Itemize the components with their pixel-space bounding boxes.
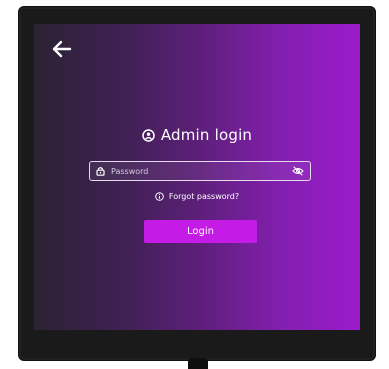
page-title: Admin login xyxy=(160,126,253,144)
arrow-left-icon xyxy=(52,40,72,58)
lock-icon xyxy=(96,166,105,176)
password-input[interactable] xyxy=(111,164,292,178)
login-header: Admin login xyxy=(34,126,360,144)
login-button[interactable]: Login xyxy=(144,220,257,243)
forgot-password-label: Forgot password? xyxy=(168,192,240,201)
eye-off-icon[interactable] xyxy=(292,166,304,176)
back-button[interactable] xyxy=(52,40,72,58)
device-stand xyxy=(188,358,208,369)
login-screen: Admin login Forgot password? Login xyxy=(34,24,360,330)
user-circle-icon xyxy=(142,128,155,142)
forgot-password-link[interactable]: Forgot password? xyxy=(34,192,360,201)
info-icon xyxy=(155,192,164,201)
password-field[interactable] xyxy=(89,161,311,181)
